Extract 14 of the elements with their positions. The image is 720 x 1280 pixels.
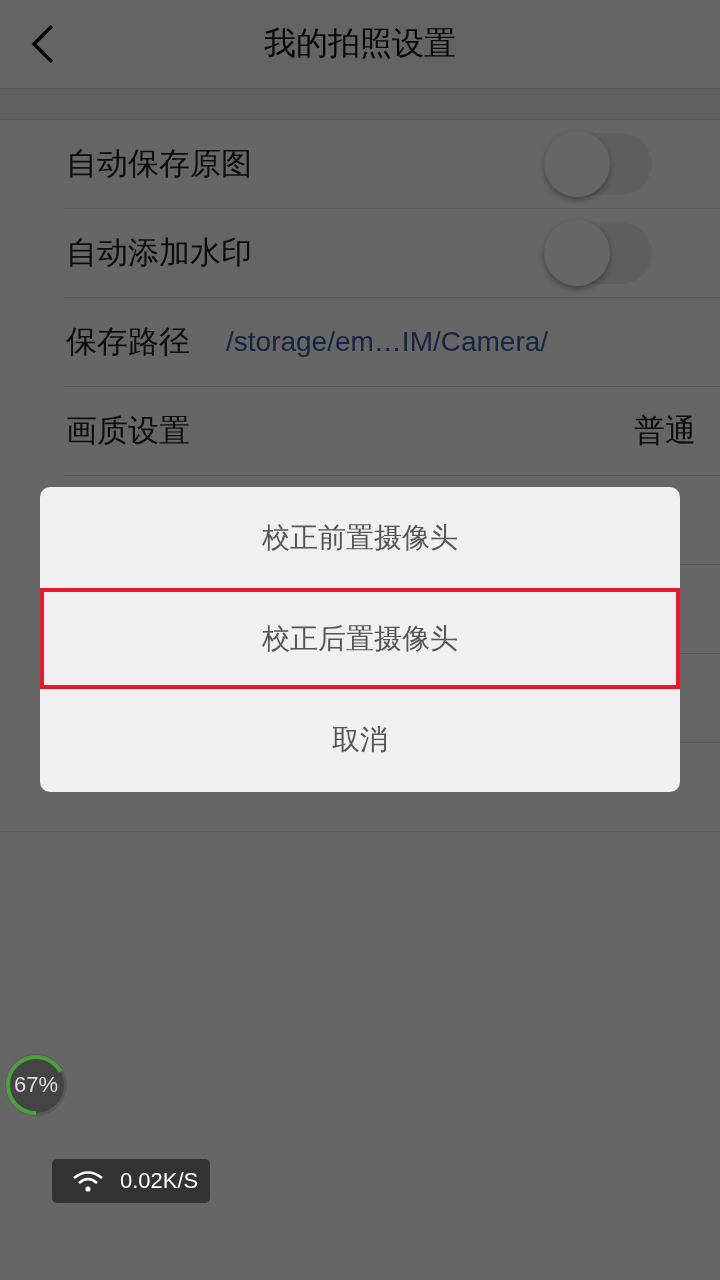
quality-value: 普通	[634, 411, 696, 450]
sheet-option[interactable]: 校正后置摄像头	[40, 588, 680, 689]
setting-label: 自动添加水印	[66, 233, 252, 272]
save-path: /storage/em…IM/Camera/	[226, 326, 549, 358]
setting-label: 自动保存原图	[66, 144, 252, 183]
sheet-option[interactable]: 取消	[40, 689, 680, 790]
setting-label: 保存路径	[66, 322, 190, 361]
memory-badge[interactable]: 67%	[4, 1053, 68, 1117]
setting-label: 画质设置	[66, 411, 190, 450]
back-icon[interactable]	[30, 24, 56, 64]
page-title: 我的拍照设置	[264, 23, 456, 64]
wifi-icon	[72, 1170, 104, 1192]
network-speed-badge: 0.02K/S	[52, 1159, 210, 1203]
sheet-option[interactable]: 校正前置摄像头	[40, 487, 680, 588]
